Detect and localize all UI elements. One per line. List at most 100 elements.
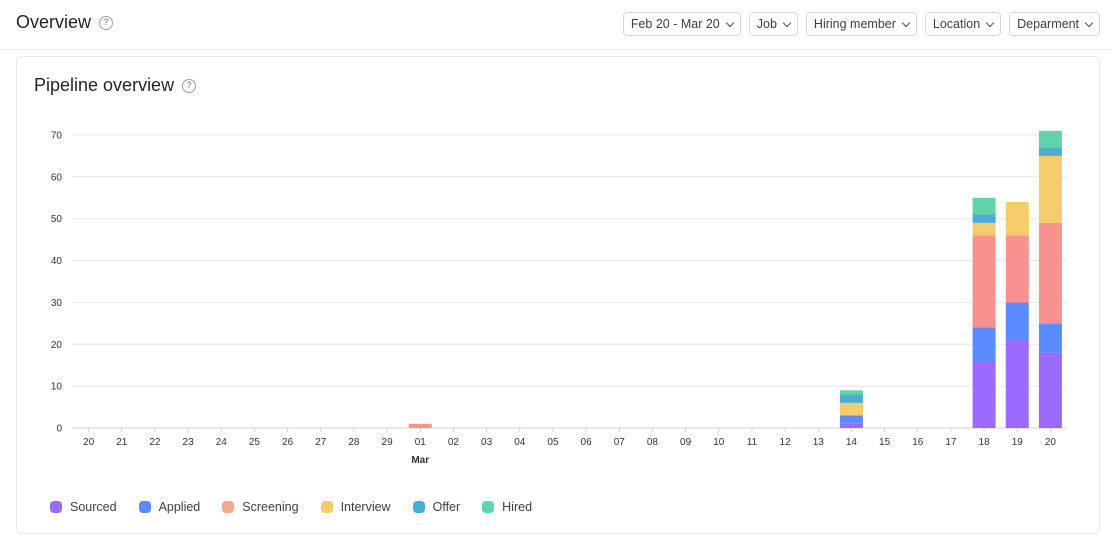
- legend-item-interview[interactable]: Interview: [320, 500, 391, 514]
- x-tick-label: 16: [912, 437, 924, 448]
- bar-segment-screening: [1038, 222, 1062, 324]
- x-tick-label: 12: [780, 437, 792, 448]
- location-filter-label: Location: [932, 17, 981, 31]
- legend-label: Offer: [432, 500, 461, 514]
- x-tick-label: 01: [415, 437, 427, 448]
- bar-segment-sourced: [1005, 340, 1029, 428]
- chevron-down-icon: [901, 18, 911, 27]
- hiring-member-filter-label: Hiring member: [813, 17, 896, 31]
- y-tick-label: 30: [51, 298, 63, 309]
- legend-label: Screening: [242, 500, 299, 514]
- bar-segment-hired: [972, 197, 996, 215]
- legend-item-applied[interactable]: Applied: [138, 500, 201, 514]
- legend-swatch: [138, 501, 151, 513]
- y-tick-label: 40: [51, 256, 63, 267]
- legend-label: Sourced: [70, 500, 117, 514]
- legend-swatch: [222, 501, 235, 513]
- legend-swatch: [482, 501, 495, 513]
- legend-item-screening[interactable]: Screening: [222, 500, 299, 514]
- page-title: Overview: [16, 12, 92, 32]
- bar-segment-offer: [1038, 147, 1062, 156]
- legend-item-offer[interactable]: Offer: [412, 500, 461, 514]
- y-tick-label: 70: [51, 131, 63, 142]
- chevron-down-icon: [1084, 18, 1094, 27]
- x-tick-label: 09: [680, 437, 692, 448]
- x-tick-label: 08: [647, 437, 659, 448]
- y-tick-label: 50: [51, 214, 63, 225]
- x-month-label: Mar: [411, 455, 429, 466]
- bar-segment-offer: [839, 394, 863, 403]
- bar-segment-applied: [1038, 323, 1062, 353]
- y-tick-label: 10: [51, 382, 63, 393]
- x-tick-label: 13: [813, 437, 825, 448]
- legend-swatch: [50, 501, 62, 513]
- legend-item-hired[interactable]: Hired: [482, 500, 532, 514]
- bar-segment-offer: [972, 214, 996, 223]
- x-tick-label: 19: [1012, 437, 1024, 448]
- pipeline-overview-card: Pipeline overview ? 0 10 20 30 40 50 60 70 20 21 2…: [16, 56, 1100, 534]
- x-tick-label: 20: [83, 437, 95, 448]
- x-tick-label: 22: [149, 437, 161, 448]
- chevron-down-icon: [725, 18, 735, 27]
- chevron-down-icon: [985, 18, 995, 27]
- date-range-label: Feb 20 - Mar 20: [630, 17, 720, 31]
- y-tick-label: 20: [51, 340, 63, 351]
- x-tick-label: 17: [945, 437, 957, 448]
- x-tick-label: 21: [116, 437, 128, 448]
- x-tick-label: 02: [448, 437, 460, 448]
- bar-segment-applied: [1005, 302, 1029, 341]
- legend-swatch: [320, 501, 333, 513]
- x-tick-label: 03: [481, 437, 493, 448]
- date-range-filter[interactable]: Feb 20 - Mar 20: [622, 12, 741, 36]
- x-tick-label: 18: [979, 437, 991, 448]
- bar-segment-sourced: [1038, 352, 1062, 428]
- bar-segment-hired: [1038, 130, 1062, 148]
- pipeline-chart: 0 10 20 30 40 50 60 70 20 21 22 23 24 25 26 27 28 29 01 02 0…: [51, 130, 1067, 466]
- x-tick-label: 27: [315, 437, 327, 448]
- bar-segment-applied: [839, 415, 863, 424]
- x-tick-label: 10: [713, 437, 725, 448]
- x-tick-label: 14: [846, 437, 858, 448]
- location-filter[interactable]: Location: [924, 12, 1002, 36]
- x-tick-label: 06: [581, 437, 593, 448]
- legend-item-sourced[interactable]: Sourced: [50, 500, 117, 514]
- bar-segment-sourced: [972, 361, 996, 428]
- bar-segment-hired: [839, 390, 863, 395]
- legend-label: Applied: [158, 500, 201, 514]
- bar-segment-screening: [408, 423, 432, 428]
- department-filter-label: Deparment: [1017, 17, 1079, 31]
- x-tick-label: 05: [547, 437, 559, 448]
- hiring-member-filter[interactable]: Hiring member: [805, 12, 917, 36]
- x-tick-label: 26: [282, 437, 294, 448]
- bar-segment-interview: [839, 402, 863, 416]
- x-tick-label: 25: [249, 437, 261, 448]
- help-icon[interactable]: ?: [99, 15, 114, 30]
- y-tick-label: 60: [51, 172, 63, 183]
- legend-label: Hired: [502, 500, 533, 514]
- job-filter[interactable]: Job: [748, 12, 798, 36]
- bar-segment-applied: [972, 327, 996, 362]
- bar-segment-interview: [1038, 155, 1062, 223]
- y-tick-label: 0: [56, 424, 62, 435]
- x-tick-label: 15: [879, 437, 891, 448]
- x-tick-label: 24: [216, 437, 228, 448]
- legend-swatch: [412, 501, 425, 513]
- department-filter[interactable]: Deparment: [1009, 12, 1100, 36]
- title-wrap: Overview ?: [16, 12, 114, 33]
- x-tick-label: 04: [514, 437, 526, 448]
- chevron-down-icon: [782, 18, 792, 27]
- bar-segment-interview: [1005, 201, 1029, 236]
- x-tick-label: 20: [1045, 437, 1057, 448]
- job-filter-label: Job: [756, 17, 777, 31]
- filter-bar: Feb 20 - Mar 20 Job Hiring member Locati…: [622, 12, 1100, 36]
- bar-segment-screening: [972, 235, 996, 328]
- bar-segment-interview: [972, 222, 996, 236]
- x-tick-label: 07: [614, 437, 626, 448]
- chart-legend: Sourced Applied Screening Interview Offe…: [50, 500, 554, 514]
- x-tick-label: 23: [183, 437, 195, 448]
- x-tick-label: 11: [747, 437, 758, 448]
- bar-segment-screening: [1005, 235, 1029, 303]
- page-header: Overview ? Feb 20 - Mar 20 Job Hiring me…: [0, 0, 1111, 50]
- x-tick-label: 28: [348, 437, 360, 448]
- legend-label: Interview: [340, 500, 391, 514]
